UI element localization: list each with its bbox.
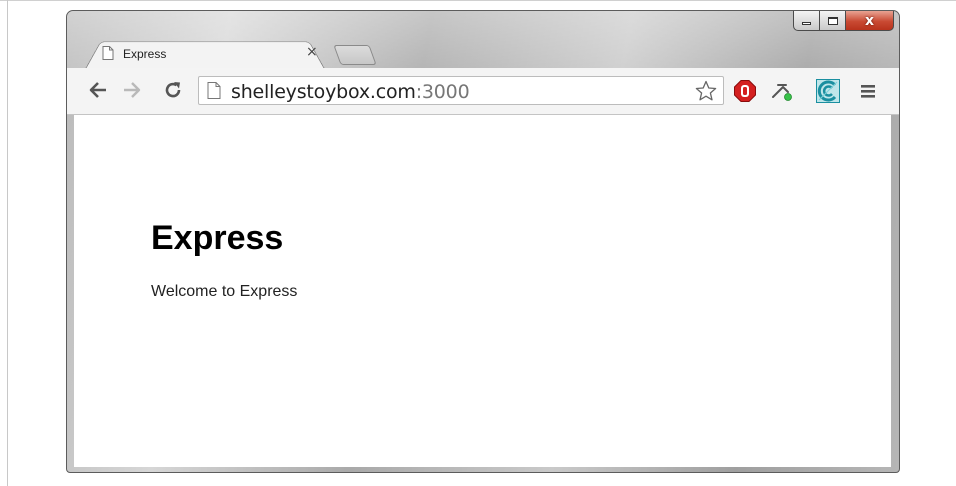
tool-extension-icon bbox=[772, 84, 792, 101]
window-controls: x bbox=[793, 11, 894, 33]
forward-arrow-icon bbox=[124, 82, 141, 98]
close-icon: x bbox=[864, 12, 875, 29]
page-icon bbox=[102, 46, 114, 60]
url-host: shelleystoybox.com bbox=[231, 81, 416, 103]
url-text: shelleystoybox.com:3000 bbox=[231, 81, 470, 103]
url-port: :3000 bbox=[415, 81, 470, 103]
green-extension-icon bbox=[816, 79, 840, 103]
reload-icon bbox=[165, 82, 181, 98]
menu-button[interactable] bbox=[856, 79, 880, 103]
tab-express[interactable]: Express × bbox=[85, 37, 325, 69]
back-arrow-icon bbox=[89, 82, 106, 98]
page-heading: Express bbox=[151, 219, 284, 257]
tab-title: Express bbox=[123, 47, 167, 61]
new-tab-button[interactable] bbox=[333, 45, 377, 65]
maximize-icon bbox=[827, 16, 838, 25]
minimize-button[interactable] bbox=[793, 11, 820, 31]
green-extension-button[interactable] bbox=[816, 79, 840, 103]
page-border-top bbox=[0, 0, 956, 1]
menu-icon bbox=[861, 85, 875, 98]
page-viewport: Express Welcome to Express bbox=[74, 115, 891, 467]
tab-close-button[interactable]: × bbox=[306, 44, 318, 60]
star-icon[interactable] bbox=[695, 80, 717, 102]
tool-extension-button[interactable] bbox=[770, 79, 794, 103]
page-icon bbox=[207, 82, 221, 99]
close-window-button[interactable]: x bbox=[846, 11, 894, 31]
back-button[interactable] bbox=[87, 79, 109, 101]
browser-window: x Express × shelleystoybox.com:3000 Expr… bbox=[66, 10, 900, 473]
address-bar[interactable]: shelleystoybox.com:3000 bbox=[198, 76, 724, 105]
forward-button[interactable] bbox=[121, 79, 143, 101]
minimize-icon bbox=[802, 22, 811, 25]
welcome-text: Welcome to Express bbox=[151, 283, 298, 300]
stop-extension-button[interactable] bbox=[733, 79, 757, 103]
browser-toolbar: shelleystoybox.com:3000 bbox=[67, 68, 899, 115]
stop-extension-icon bbox=[734, 80, 756, 102]
maximize-button[interactable] bbox=[820, 11, 846, 31]
reload-button[interactable] bbox=[162, 79, 184, 101]
page-border-left bbox=[7, 0, 8, 486]
tab-background bbox=[85, 41, 325, 69]
